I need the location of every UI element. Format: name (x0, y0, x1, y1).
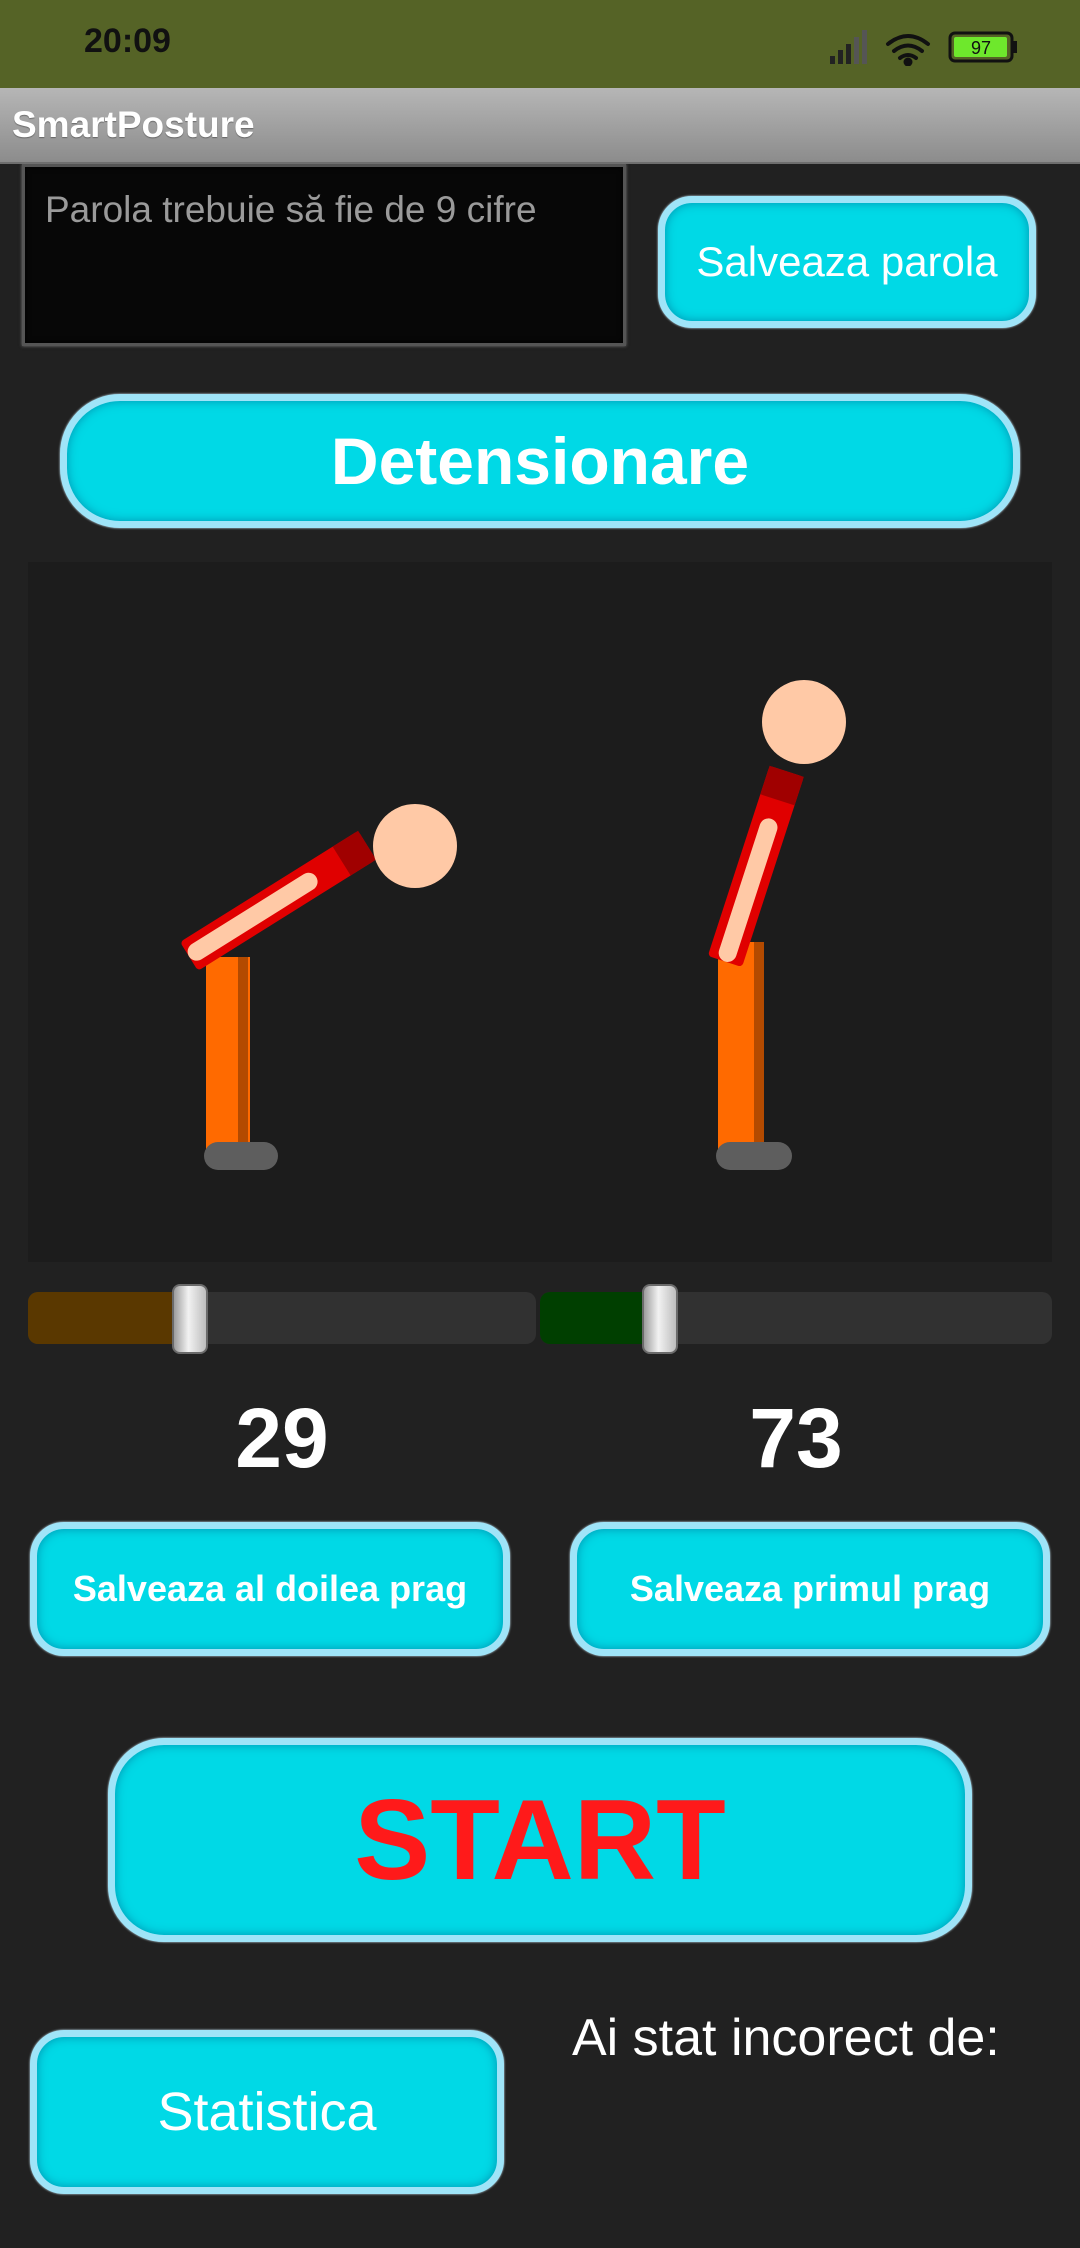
second-threshold-fill (28, 1292, 190, 1344)
save-password-button[interactable]: Salveaza parola (658, 196, 1036, 328)
status-icons: 97 (830, 30, 1017, 66)
first-threshold-value: 73 (749, 1391, 843, 1485)
relax-mode-button[interactable]: Detensionare (60, 394, 1020, 528)
second-threshold-thumb[interactable] (172, 1284, 208, 1354)
statistics-button[interactable]: Statistica (30, 2030, 504, 2194)
save-second-threshold-button[interactable]: Salveaza al doilea prag (30, 1522, 510, 1656)
save-first-threshold-button[interactable]: Salveaza primul prag (570, 1522, 1050, 1656)
second-threshold-slider[interactable] (28, 1292, 536, 1344)
first-threshold-slider[interactable] (540, 1292, 1052, 1344)
password-input[interactable] (22, 164, 626, 346)
wifi-icon (886, 34, 930, 66)
incorrect-posture-label: Ai stat incorect de: (572, 2009, 1000, 2067)
posture-illustration (181, 680, 846, 1170)
figure-upright-icon (708, 680, 846, 1170)
battery-icon: 97 (948, 31, 1017, 63)
status-time: 20:09 (84, 22, 171, 60)
app-bar: SmartPosture (0, 88, 1080, 164)
first-threshold-fill (540, 1292, 658, 1344)
app-title: SmartPosture (12, 104, 255, 145)
start-button[interactable]: START (108, 1738, 972, 1942)
signal-icon (830, 30, 867, 64)
posture-canvas (28, 562, 1052, 1262)
battery-level: 97 (971, 38, 991, 58)
status-bar: 20:09 97 (0, 0, 1080, 88)
second-threshold-value: 29 (235, 1391, 329, 1485)
first-threshold-thumb[interactable] (642, 1284, 678, 1354)
figure-bent-icon (181, 804, 457, 1170)
